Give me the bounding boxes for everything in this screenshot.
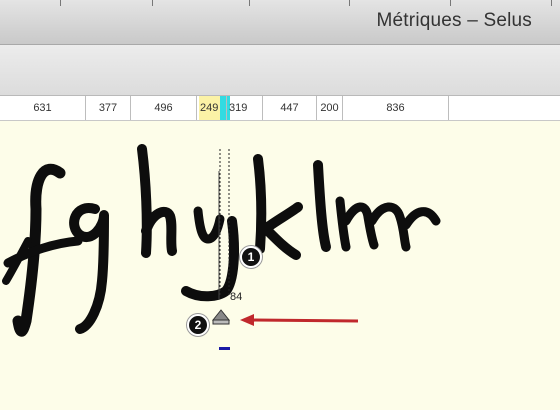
glyph-l — [313, 160, 331, 252]
title-bar-ticks — [0, 0, 560, 6]
sidebearing-value: 84 — [230, 291, 243, 303]
callout-2: 2 — [187, 314, 209, 336]
title-bar: Métriques – Selus — [0, 0, 560, 45]
tick — [551, 0, 552, 6]
tick — [152, 0, 153, 6]
width-cell[interactable]: 377 — [86, 96, 131, 120]
width-cell[interactable]: 200 — [317, 96, 343, 120]
glyph-canvas[interactable]: 84 1 2 — [0, 121, 560, 405]
tick — [450, 0, 451, 6]
toolbar — [0, 45, 560, 96]
glyph-k — [253, 154, 303, 260]
glyph-drawing — [2, 144, 441, 337]
callout-1: 1 — [240, 246, 262, 268]
tick — [60, 0, 61, 6]
tick — [249, 0, 250, 6]
glyph-i — [193, 206, 225, 244]
arrow-icon — [240, 314, 359, 326]
window-title: Métriques – Selus — [376, 10, 532, 31]
glyph-h — [137, 144, 177, 258]
glyph-j — [181, 216, 239, 302]
width-cell[interactable]: 836 — [343, 96, 449, 120]
tick — [349, 0, 350, 6]
metrics-ruler: 631 377 496 249 319 447 200 836 — [0, 96, 560, 121]
width-cell[interactable]: 249 — [197, 96, 227, 120]
width-cell[interactable]: 319 — [227, 96, 263, 120]
glyph-m — [335, 196, 441, 252]
baseline-marker — [219, 347, 230, 350]
width-cell[interactable]: 631 — [0, 96, 86, 120]
sidebearing-handle-icon — [211, 309, 231, 325]
glyph-g — [69, 203, 109, 334]
width-cell[interactable]: 447 — [263, 96, 317, 120]
width-cell[interactable]: 496 — [131, 96, 197, 120]
